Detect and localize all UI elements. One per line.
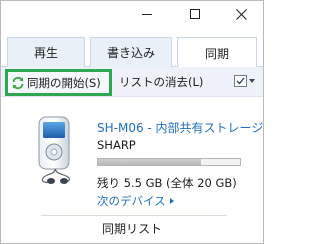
device-name-link[interactable]: SH-M06 - 内部共有ストレージ	[97, 119, 263, 136]
clear-list-button[interactable]: リストの消去(L)	[119, 74, 203, 90]
maximize-icon	[190, 9, 200, 19]
close-button[interactable]	[219, 1, 263, 27]
next-device-label: 次のデバイス	[97, 194, 166, 208]
device-maker: SHARP	[97, 138, 136, 152]
start-sync-button[interactable]: 同期の開始(S)	[5, 69, 112, 96]
tab-strip: 再生 書き込み 同期	[1, 31, 263, 68]
sync-list-title: 同期リスト	[101, 222, 162, 236]
storage-used-fill	[98, 159, 201, 165]
next-device-link[interactable]: 次のデバイス	[97, 193, 174, 209]
device-panel: SH-M06 - 内部共有ストレージ SHARP 残り 5.5 GB (全体 2…	[1, 97, 263, 213]
device-image	[38, 116, 71, 184]
tab-sync[interactable]: 同期	[177, 37, 257, 68]
chevron-down-icon	[249, 79, 255, 83]
sync-toolbar: 同期の開始(S) リストの消去(L)	[1, 67, 263, 97]
list-options-button[interactable]	[234, 75, 255, 87]
title-bar	[1, 1, 263, 31]
sync-arrows-icon	[11, 76, 25, 90]
storage-capacity-bar	[97, 158, 241, 166]
close-icon	[235, 8, 247, 20]
maximize-button[interactable]	[173, 1, 217, 27]
arrow-right-icon	[169, 198, 174, 204]
minimize-button[interactable]	[125, 1, 169, 27]
checkbox-options-icon	[234, 75, 247, 87]
storage-remaining-text: 残り 5.5 GB (全体 20 GB)	[97, 176, 237, 190]
minimize-icon	[142, 13, 152, 15]
tab-play[interactable]: 再生	[7, 37, 85, 67]
list-divider	[41, 215, 227, 216]
tab-burn[interactable]: 書き込み	[90, 37, 172, 67]
media-player-window: 再生 書き込み 同期 同期の開始(S) リストの消去(L) SH-M06 - 内…	[0, 0, 264, 244]
start-sync-label: 同期の開始(S)	[27, 75, 101, 90]
